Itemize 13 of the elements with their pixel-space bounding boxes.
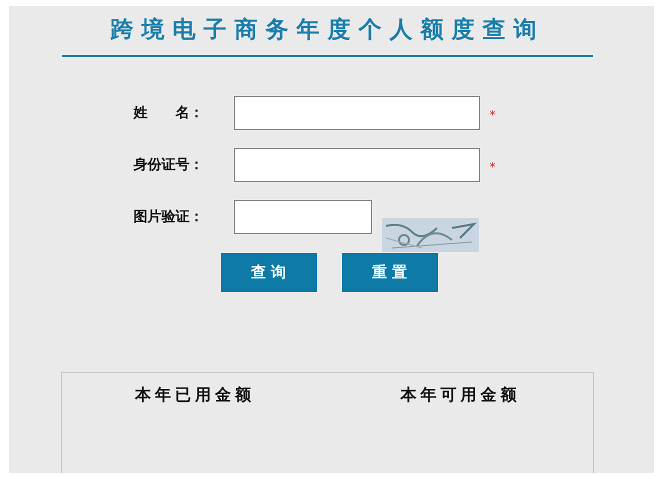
- column-header: 本年可用金额: [400, 385, 520, 406]
- required-mark: *: [490, 160, 496, 174]
- field-label: 身份证号：: [134, 156, 204, 174]
- column-header: 本年已用金额: [134, 385, 255, 406]
- input-field[interactable]: [234, 148, 480, 182]
- reset-button[interactable]: 重 置: [342, 253, 438, 292]
- input-field[interactable]: [234, 96, 480, 130]
- required-mark: *: [490, 108, 496, 122]
- captcha-field[interactable]: [234, 200, 372, 234]
- page-title: 跨境电子商务年度个人额度查询: [62, 6, 593, 57]
- field-label: 姓 名：: [134, 104, 204, 122]
- field-label: 图片验证：: [134, 208, 204, 226]
- query-button[interactable]: 查 询: [220, 253, 316, 292]
